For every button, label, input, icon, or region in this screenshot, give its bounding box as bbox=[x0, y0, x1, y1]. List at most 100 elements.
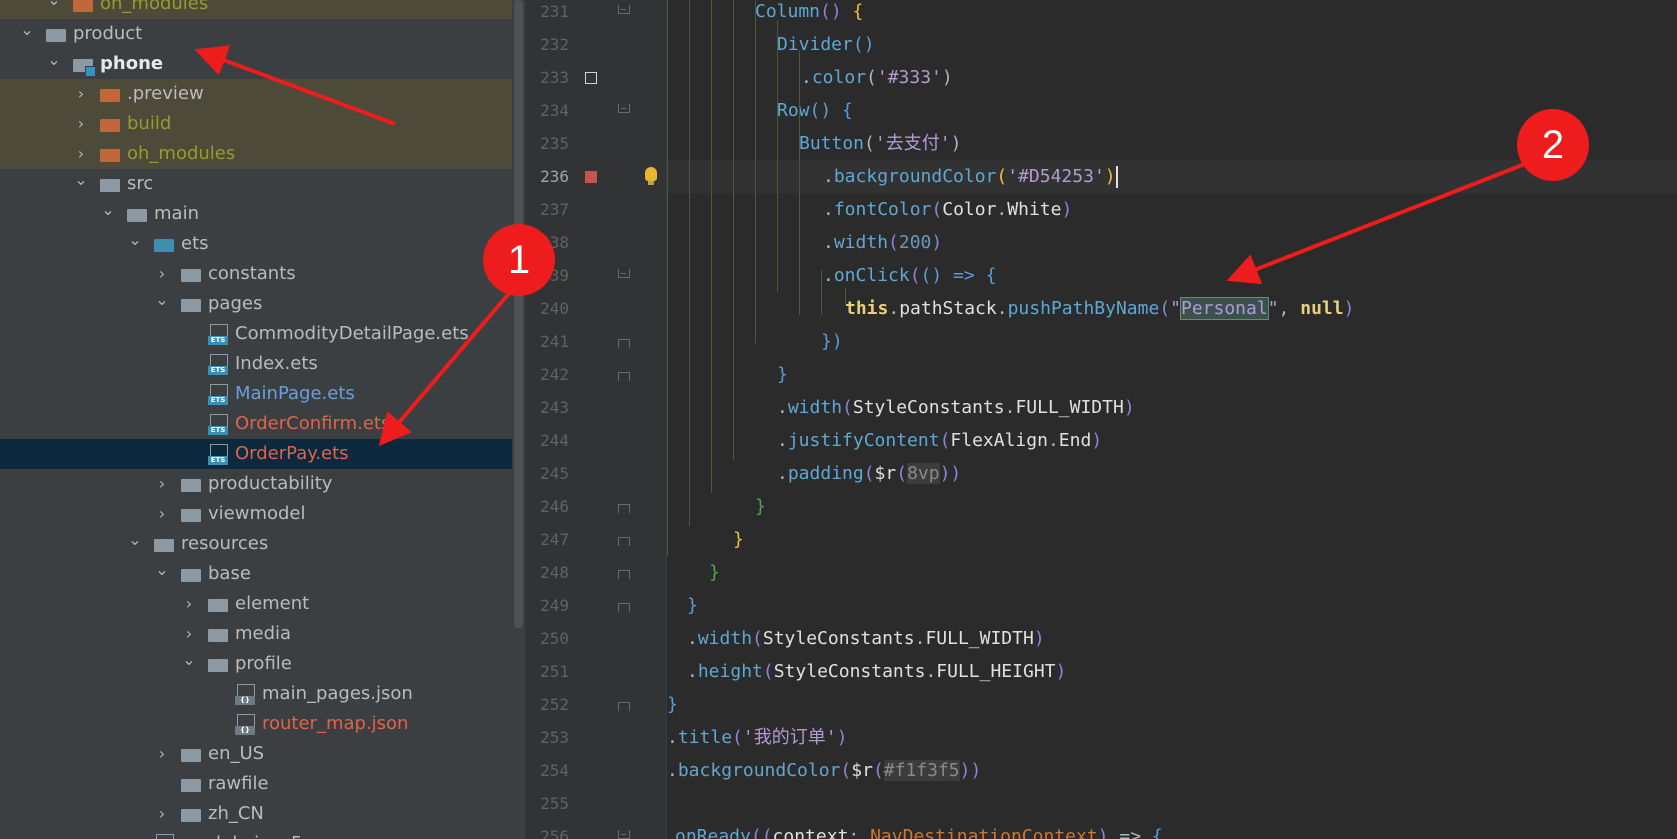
chevron-right-icon[interactable]: › bbox=[74, 109, 88, 139]
code-line[interactable]: } bbox=[667, 490, 1677, 523]
code-line[interactable]: .width(StyleConstants.FULL_WIDTH) bbox=[667, 391, 1677, 424]
code-line[interactable]: .onClick(() => { bbox=[667, 259, 1677, 292]
tree-item[interactable]: ⌄ main bbox=[0, 199, 512, 229]
tree-item[interactable]: ⌄ product bbox=[0, 19, 512, 49]
tree-item[interactable]: › build bbox=[0, 109, 512, 139]
code-line[interactable]: this.pathStack.pushPathByName("Personal"… bbox=[667, 292, 1677, 325]
code-token: ( bbox=[909, 265, 921, 286]
chevron-right-icon[interactable]: › bbox=[155, 469, 169, 499]
code-line[interactable]: .backgroundColor($r(#f1f3f5)) bbox=[667, 754, 1677, 787]
breakpoint-icon[interactable] bbox=[585, 72, 597, 84]
tree-item[interactable]: {} router_map.json bbox=[0, 709, 512, 739]
chevron-down-icon[interactable]: ⌄ bbox=[101, 199, 115, 229]
code-line[interactable]: .height(StyleConstants.FULL_HEIGHT) bbox=[667, 655, 1677, 688]
tree-item[interactable]: {} module.json5 bbox=[0, 829, 512, 839]
chevron-right-icon[interactable]: › bbox=[155, 259, 169, 289]
chevron-down-icon[interactable]: ⌄ bbox=[155, 289, 169, 319]
chevron-down-icon[interactable]: ⌄ bbox=[20, 19, 34, 49]
fold-marker-icon[interactable] bbox=[618, 533, 630, 546]
code-line[interactable]: } bbox=[667, 358, 1677, 391]
breakpoint-red-icon[interactable] bbox=[585, 171, 597, 183]
tree-item[interactable]: ETS CommodityDetailPage.ets bbox=[0, 319, 512, 349]
fold-marker-icon[interactable] bbox=[618, 104, 630, 116]
fold-marker-icon[interactable] bbox=[618, 599, 630, 612]
fold-marker-icon[interactable] bbox=[618, 335, 630, 348]
indent-guide bbox=[733, 0, 734, 460]
tree-item[interactable]: ⌄ profile bbox=[0, 649, 512, 679]
tree-item[interactable]: ⌄ src bbox=[0, 169, 512, 199]
fold-marker-icon[interactable] bbox=[618, 269, 630, 281]
tree-item[interactable]: › viewmodel bbox=[0, 499, 512, 529]
tree-item[interactable]: › media bbox=[0, 619, 512, 649]
tree-item[interactable]: ETS OrderConfirm.ets bbox=[0, 409, 512, 439]
code-line[interactable]: .title('我的订单') bbox=[667, 721, 1677, 754]
fold-marker-icon[interactable] bbox=[618, 698, 630, 711]
chevron-down-icon[interactable]: ⌄ bbox=[155, 559, 169, 589]
tree-item[interactable]: › .preview bbox=[0, 79, 512, 109]
tree-scrollbar-thumb[interactable] bbox=[514, 0, 523, 628]
chevron-down-icon[interactable]: ⌄ bbox=[128, 529, 142, 559]
code-line[interactable] bbox=[667, 787, 1677, 820]
tree-scrollbar[interactable] bbox=[512, 0, 525, 839]
tree-item[interactable]: ⌄ ets bbox=[0, 229, 512, 259]
code-editor[interactable]: 231 232 233 234 235 236 237 238 239 240 241 242 243 2… bbox=[525, 0, 1677, 839]
folder-icon bbox=[181, 746, 201, 762]
chevron-down-icon[interactable]: ⌄ bbox=[128, 229, 142, 259]
tree-item[interactable]: ⌄ oh_modules bbox=[0, 0, 512, 19]
code-line[interactable]: } bbox=[667, 688, 1677, 721]
chevron-right-icon[interactable]: › bbox=[74, 79, 88, 109]
code-line[interactable]: }) bbox=[667, 325, 1677, 358]
tree-item-label: rawfile bbox=[208, 773, 269, 794]
code-line[interactable]: } bbox=[667, 589, 1677, 622]
tree-item[interactable]: {} main_pages.json bbox=[0, 679, 512, 709]
chevron-right-icon[interactable]: › bbox=[182, 619, 196, 649]
fold-marker-icon[interactable] bbox=[618, 500, 630, 513]
tree-item[interactable]: ETS MainPage.ets bbox=[0, 379, 512, 409]
fold-marker-icon[interactable] bbox=[618, 830, 630, 839]
code-line[interactable]: .color('#333') bbox=[667, 61, 1677, 94]
tree-item-label: build bbox=[127, 113, 172, 134]
tree-item[interactable]: rawfile bbox=[0, 769, 512, 799]
code-line[interactable]: } bbox=[667, 556, 1677, 589]
tree-item[interactable]: ETS Index.ets bbox=[0, 349, 512, 379]
code-line[interactable]: .justifyContent(FlexAlign.End) bbox=[667, 424, 1677, 457]
line-number: 249 bbox=[540, 596, 569, 615]
lightbulb-icon[interactable] bbox=[645, 167, 657, 185]
fold-marker-icon[interactable] bbox=[618, 566, 630, 579]
tree-item[interactable]: ETS OrderPay.ets bbox=[0, 439, 512, 469]
fold-marker-icon[interactable] bbox=[618, 368, 630, 381]
chevron-right-icon[interactable]: › bbox=[182, 589, 196, 619]
tree-item[interactable]: › constants bbox=[0, 259, 512, 289]
code-line[interactable]: onReady((context: NavDestinationContext)… bbox=[667, 820, 1677, 839]
chevron-right-icon[interactable]: › bbox=[74, 139, 88, 169]
tree-item[interactable]: › productability bbox=[0, 469, 512, 499]
ets-file-icon: ETS bbox=[208, 444, 228, 465]
chevron-right-icon[interactable]: › bbox=[155, 739, 169, 769]
line-number: 236 bbox=[540, 167, 569, 186]
chevron-right-icon[interactable]: › bbox=[155, 799, 169, 829]
chevron-down-icon[interactable]: ⌄ bbox=[47, 49, 61, 79]
folder-icon bbox=[181, 296, 201, 312]
tree-item[interactable]: ⌄ base bbox=[0, 559, 512, 589]
folder-icon bbox=[181, 806, 201, 822]
chevron-down-icon[interactable]: ⌄ bbox=[47, 0, 61, 19]
chevron-right-icon[interactable]: › bbox=[155, 499, 169, 529]
code-token: . bbox=[1047, 430, 1059, 451]
tree-item[interactable]: › zh_CN bbox=[0, 799, 512, 829]
chevron-down-icon[interactable]: ⌄ bbox=[182, 649, 196, 679]
code-line[interactable]: } bbox=[667, 523, 1677, 556]
tree-item[interactable]: › en_US bbox=[0, 739, 512, 769]
code-line[interactable]: .width(StyleConstants.FULL_WIDTH) bbox=[667, 622, 1677, 655]
code-line[interactable]: .fontColor(Color.White) bbox=[667, 193, 1677, 226]
fold-marker-icon[interactable] bbox=[618, 5, 630, 17]
code-line[interactable]: .width(200) bbox=[667, 226, 1677, 259]
code-line[interactable]: .padding($r(8vp)) bbox=[667, 457, 1677, 490]
tree-item[interactable]: › oh_modules bbox=[0, 139, 512, 169]
tree-item[interactable]: › element bbox=[0, 589, 512, 619]
chevron-down-icon[interactable]: ⌄ bbox=[74, 169, 88, 199]
tree-item[interactable]: ⌄ phone bbox=[0, 49, 512, 79]
tree-item[interactable]: ⌄ pages bbox=[0, 289, 512, 319]
tree-item[interactable]: ⌄ resources bbox=[0, 529, 512, 559]
code-line[interactable]: Divider() bbox=[667, 28, 1677, 61]
code-line[interactable]: Column() { bbox=[667, 0, 1677, 28]
